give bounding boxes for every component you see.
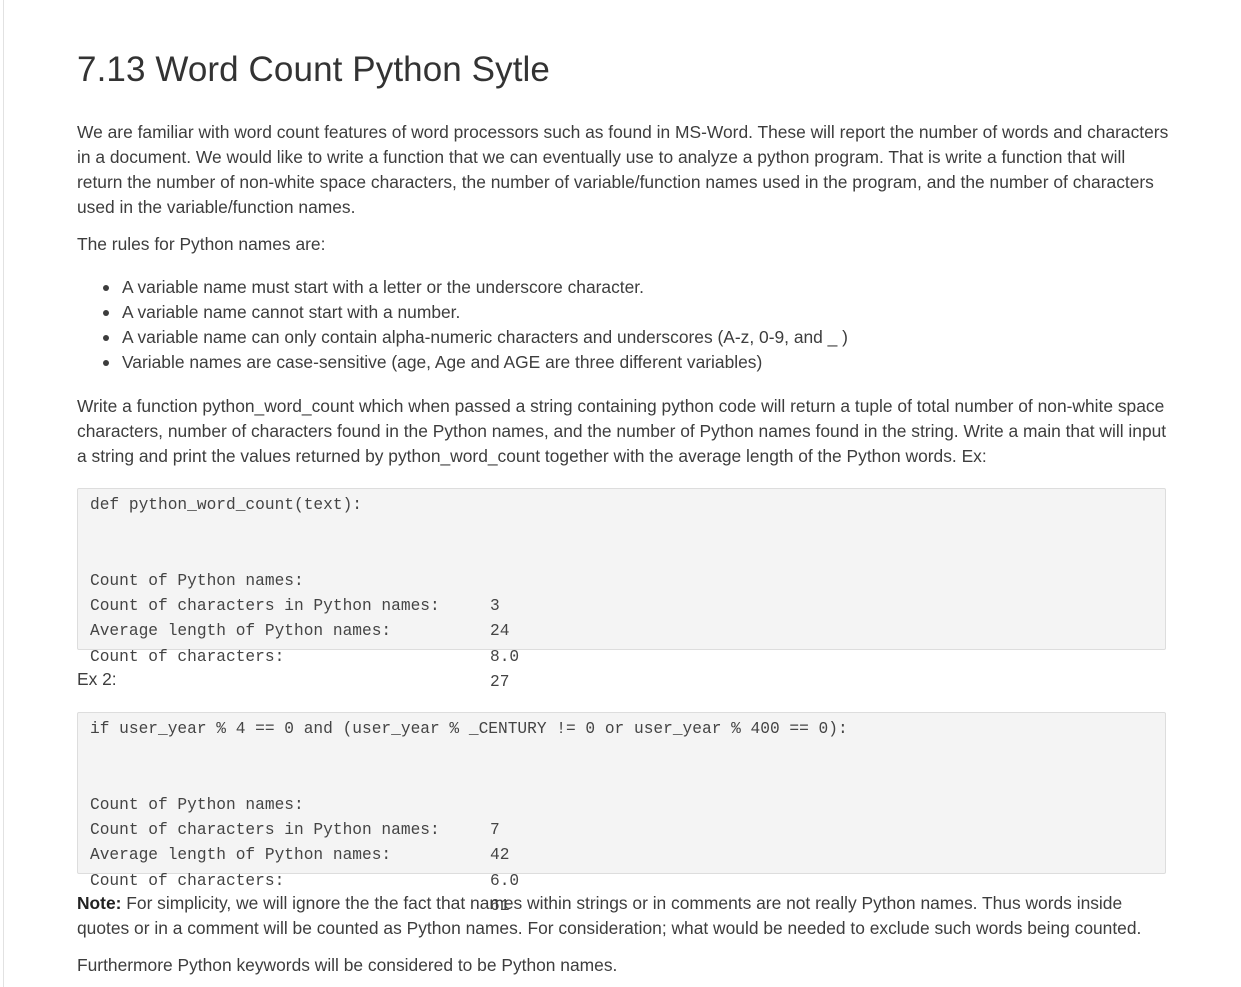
list-item: Variable names are case-sensitive (age, … — [103, 350, 1162, 375]
closing-paragraph: Furthermore Python keywords will be cons… — [77, 955, 618, 975]
bullet-icon — [103, 285, 109, 291]
example-1-input-code: def python_word_count(text): — [90, 496, 362, 514]
list-item: A variable name cannot start with a numb… — [103, 300, 1162, 325]
output-row: Count of characters in Python names: 24 — [90, 569, 1165, 640]
rules-list: A variable name must start with a letter… — [77, 275, 1162, 375]
example-2-input-code: if user_year % 4 == 0 and (user_year % _… — [90, 720, 848, 738]
left-border — [3, 0, 4, 987]
rule-text: A variable name cannot start with a numb… — [122, 302, 461, 322]
output-row: Count of characters in Python names: 42 — [90, 793, 1165, 864]
output-row: Count of Python names: 7 — [90, 768, 1165, 839]
output-value: 8.0 — [490, 647, 520, 666]
rule-text: A variable name can only contain alpha-n… — [122, 327, 848, 347]
list-item: A variable name must start with a letter… — [103, 275, 1162, 300]
page-title: 7.13 Word Count Python Sytle — [77, 50, 550, 89]
output-row: Count of characters: 61 — [90, 843, 1165, 915]
output-value: 27 — [490, 673, 510, 692]
output-row: Average length of Python names: 8.0 — [90, 594, 1165, 665]
intro-paragraph: We are familiar with word count features… — [77, 122, 1169, 217]
output-row: Count of Python names: 3 — [90, 544, 1165, 615]
rule-text: Variable names are case-sensitive (age, … — [122, 352, 763, 372]
output-label: Count of characters: — [90, 647, 285, 666]
bullet-icon — [103, 360, 109, 366]
note-label: Note: — [77, 893, 122, 913]
task-paragraph: Write a function python_word_count which… — [77, 396, 1167, 466]
output-row: Count of characters: 27 — [90, 619, 1165, 691]
rule-text: A variable name must start with a letter… — [122, 277, 644, 297]
example-2-code-block[interactable]: if user_year % 4 == 0 and (user_year % _… — [77, 712, 1166, 915]
bullet-icon — [103, 310, 109, 316]
example-2-label: Ex 2: — [77, 669, 117, 689]
list-item: A variable name can only contain alpha-n… — [103, 325, 1162, 350]
bullet-icon — [103, 335, 109, 341]
note-text: For simplicity, we will ignore the the f… — [77, 893, 1142, 938]
example-1-code-block[interactable]: def python_word_count(text): Count of Py… — [77, 488, 1166, 691]
note-paragraph: Note: For simplicity, we will ignore the… — [77, 891, 1169, 941]
rules-heading: The rules for Python names are: — [77, 234, 326, 254]
output-row: Average length of Python names: 6.0 — [90, 818, 1165, 889]
